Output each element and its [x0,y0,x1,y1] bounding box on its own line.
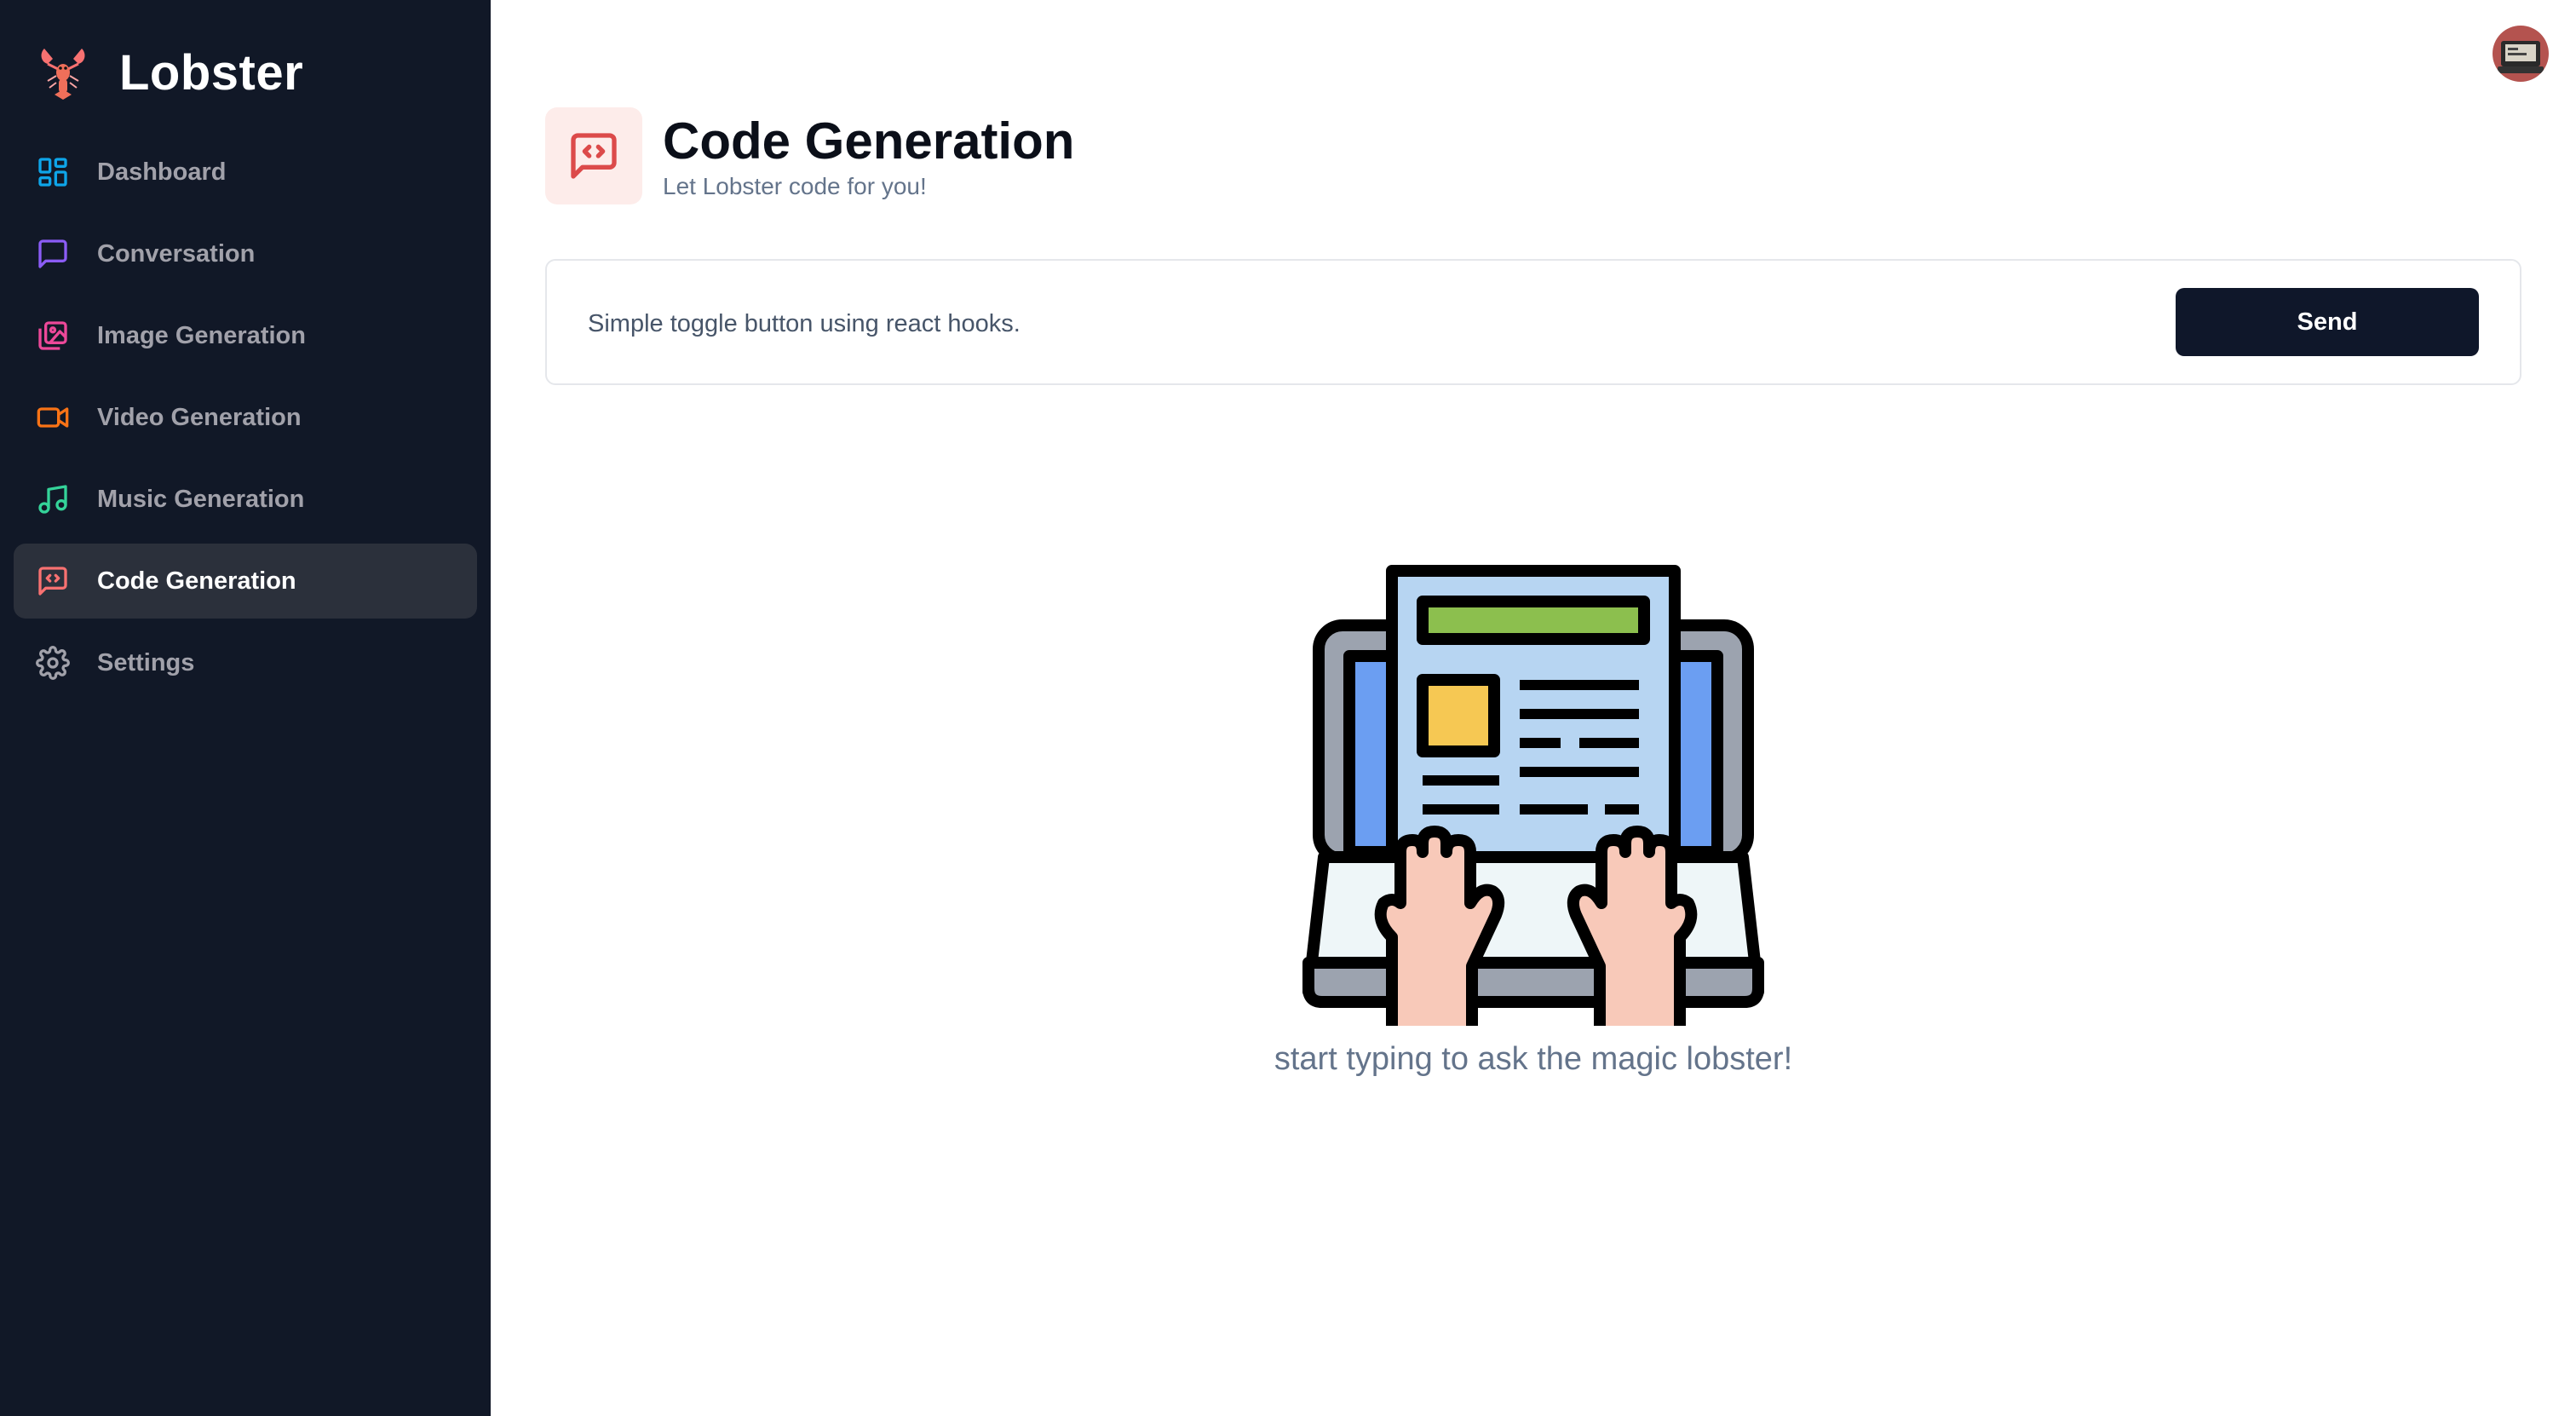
header-text: Code Generation Let Lobster code for you… [663,112,1074,200]
app-root: Lobster Dashboard Conversation Image Gen… [0,0,2576,1416]
code-chat-icon [571,133,617,179]
prompt-form: Send [545,259,2521,385]
sidebar-nav: Dashboard Conversation Image Generation [14,135,477,707]
prompt-input[interactable] [588,295,2036,353]
page-header: Code Generation Let Lobster code for you… [545,107,1074,204]
sidebar-item-settings[interactable]: Settings [14,625,477,700]
sidebar-item-label: Dashboard [97,158,227,186]
image-icon [38,321,67,350]
sidebar-item-dashboard[interactable]: Dashboard [14,135,477,210]
sidebar-item-image-generation[interactable]: Image Generation [14,298,477,373]
send-button[interactable]: Send [2176,288,2479,356]
sidebar-item-label: Music Generation [97,485,305,513]
chat-icon [38,239,67,268]
code-chat-icon [38,567,67,596]
sidebar-item-label: Settings [97,648,195,676]
user-avatar[interactable] [2493,26,2549,82]
sidebar-item-conversation[interactable]: Conversation [14,216,477,291]
page-subtitle: Let Lobster code for you! [663,173,927,199]
dashboard-icon [38,158,67,187]
page-title: Code Generation [663,112,1075,170]
brand[interactable]: Lobster [32,36,303,109]
page-icon-badge [545,107,642,204]
laptop-typing-illustration [1302,565,1764,1026]
lobster-logo-icon [41,49,85,100]
sidebar-item-video-generation[interactable]: Video Generation [14,380,477,455]
sidebar-item-label: Video Generation [97,403,302,431]
sidebar-item-label: Conversation [97,239,256,268]
sidebar: Lobster Dashboard Conversation Image Gen… [0,0,491,1416]
sidebar-item-label: Image Generation [97,321,306,349]
sidebar-item-music-generation[interactable]: Music Generation [14,462,477,537]
empty-state-message: start typing to ask the magic lobster! [1274,1041,1793,1077]
app-name: Lobster [119,44,304,101]
sidebar-item-label: Code Generation [97,567,296,595]
music-icon [38,485,67,514]
gear-icon [36,646,70,680]
video-icon [37,407,69,428]
sidebar-item-code-generation[interactable]: Code Generation [14,544,477,619]
avatar-image [2493,26,2549,82]
